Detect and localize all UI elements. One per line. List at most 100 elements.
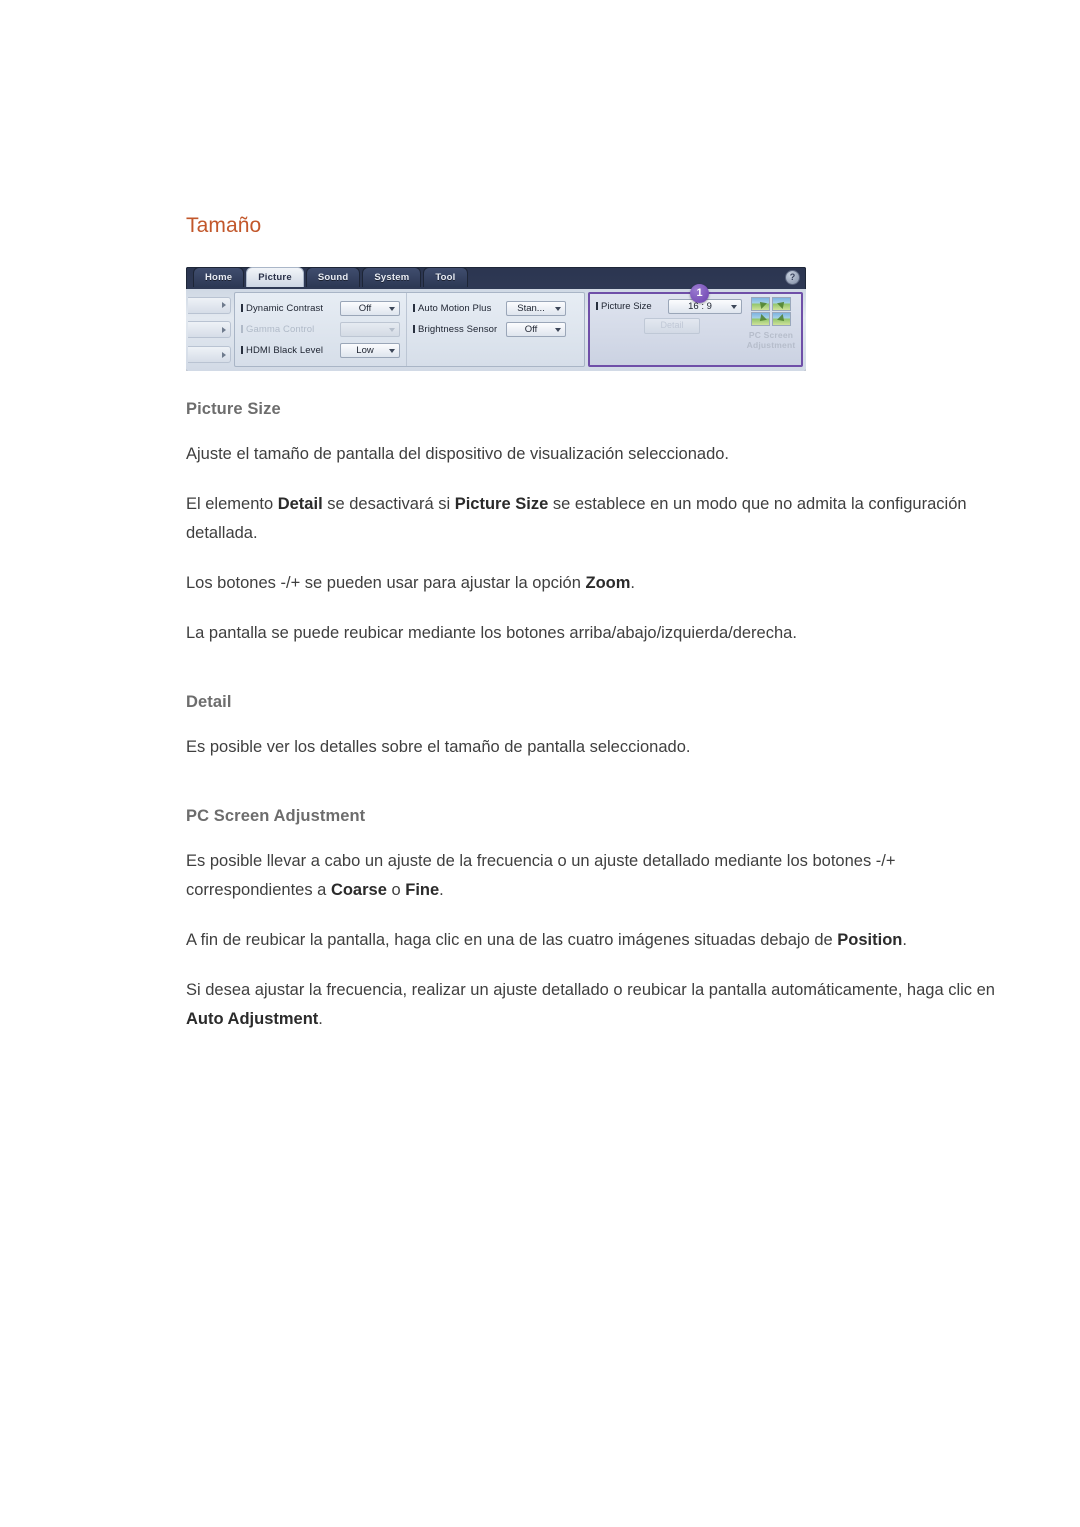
text-run: . <box>630 574 635 592</box>
setting-label: HDMI Black Level <box>241 345 340 356</box>
page-title: Tamaño <box>186 214 262 237</box>
bullet-bar-icon <box>413 304 415 312</box>
help-icon[interactable]: ? <box>785 270 800 285</box>
document-page: Tamaño Home Picture Sound System Tool ? <box>0 0 1080 1527</box>
setting-gamma-control: Gamma Control <box>241 319 400 340</box>
setting-label-text: HDMI Black Level <box>246 345 324 356</box>
chevron-right-icon <box>222 351 226 358</box>
combo-value: Low <box>356 345 374 356</box>
emphasis-term: Coarse <box>330 881 387 899</box>
detail-button-wrap: Detail <box>596 318 748 334</box>
tab-sound[interactable]: Sound <box>305 267 361 287</box>
setting-auto-motion-plus[interactable]: Auto Motion Plus Stan... <box>413 298 566 319</box>
chevron-down-icon <box>555 327 561 332</box>
osd-left-stub-column <box>186 289 234 371</box>
bullet-bar-icon <box>241 346 243 354</box>
hdmi-black-level-combo[interactable]: Low <box>340 343 400 358</box>
text-run: o <box>386 881 406 899</box>
setting-label: Dynamic Contrast <box>241 303 340 314</box>
text-run: . <box>318 1010 323 1028</box>
callout-badge-1: 1 <box>690 284 709 303</box>
brightness-sensor-combo[interactable]: Off <box>506 322 566 337</box>
paragraph: Los botones -/+ se pueden usar para ajus… <box>186 569 1006 598</box>
position-thumbnails <box>751 297 791 326</box>
paragraph: Es posible ver los detalles sobre el tam… <box>186 733 1006 762</box>
section-heading: Picture Size <box>186 400 281 418</box>
paragraph: Es posible llevar a cabo un ajuste de la… <box>186 847 1006 905</box>
osd-settings-column-2: Auto Motion Plus Stan... Brightness Sens… <box>407 293 572 366</box>
setting-label-text: Gamma Control <box>246 324 315 335</box>
chevron-down-icon <box>555 306 561 311</box>
tab-picture[interactable]: Picture <box>246 267 304 287</box>
chevron-right-icon <box>222 326 226 333</box>
dynamic-contrast-combo[interactable]: Off <box>340 301 400 316</box>
osd-menu-figure: Home Picture Sound System Tool ? Dynamic… <box>186 267 806 371</box>
text-run: . <box>902 931 907 949</box>
setting-dynamic-contrast[interactable]: Dynamic Contrast Off <box>241 298 400 319</box>
tab-home[interactable]: Home <box>193 267 245 287</box>
paragraph: El elemento Detail se desactivará si Pic… <box>186 490 1006 548</box>
osd-settings-column-1: Dynamic Contrast Off Gamma Control HDMI … <box>235 293 407 366</box>
emphasis-term: Picture Size <box>454 495 549 513</box>
text-run: Es posible llevar a cabo un ajuste de la… <box>186 852 896 899</box>
paragraph: Si desea ajustar la frecuencia, realizar… <box>186 976 1006 1034</box>
text-run: El elemento <box>186 495 278 513</box>
setting-label: Brightness Sensor <box>413 324 506 335</box>
setting-label: Auto Motion Plus <box>413 303 506 314</box>
combo-value: Stan... <box>517 303 545 314</box>
auto-motion-plus-combo[interactable]: Stan... <box>506 301 566 316</box>
position-thumbnail-top-right[interactable] <box>771 297 791 311</box>
tab-tool[interactable]: Tool <box>423 267 468 287</box>
stub-row[interactable] <box>188 321 231 339</box>
picture-size-highlight-region: 1 Picture Size 16 : 9 Detail PC Screen A… <box>588 284 803 367</box>
tab-system[interactable]: System <box>362 267 422 287</box>
chevron-down-icon <box>731 304 737 309</box>
text-run: Si desea ajustar la frecuencia, realizar… <box>186 981 995 999</box>
setting-label-text: Dynamic Contrast <box>246 303 324 314</box>
emphasis-term: Position <box>837 931 903 949</box>
section-heading: PC Screen Adjustment <box>186 807 366 825</box>
stub-row[interactable] <box>188 296 231 314</box>
chevron-down-icon <box>389 306 395 311</box>
emphasis-term: Auto Adjustment <box>186 1010 319 1028</box>
setting-label: Gamma Control <box>241 324 340 335</box>
bullet-bar-icon <box>241 304 243 312</box>
text-run: se desactivará si <box>322 495 455 513</box>
bullet-bar-icon <box>596 302 598 310</box>
text-run: A fin de reubicar la pantalla, haga clic… <box>186 931 838 949</box>
picture-size-label-text: Picture Size <box>601 301 652 312</box>
text-run: La pantalla se puede reubicar mediante l… <box>186 624 797 642</box>
osd-tab-strip: Home Picture Sound System Tool <box>186 267 806 289</box>
position-thumbnail-bottom-left[interactable] <box>751 312 770 326</box>
position-thumbnail-top-left[interactable] <box>751 297 770 311</box>
section-heading: Detail <box>186 693 232 711</box>
bullet-bar-icon <box>241 325 243 333</box>
picture-size-combo[interactable]: 16 : 9 <box>668 299 742 314</box>
combo-value: Off <box>524 324 538 335</box>
paragraph: A fin de reubicar la pantalla, haga clic… <box>186 926 1006 955</box>
position-thumbnail-bottom-right[interactable] <box>771 312 791 326</box>
chevron-down-icon <box>389 327 395 332</box>
text-run: . <box>439 881 444 899</box>
emphasis-term: Fine <box>405 881 440 899</box>
chevron-right-icon <box>222 302 226 309</box>
setting-hdmi-black-level[interactable]: HDMI Black Level Low <box>241 340 400 361</box>
sections-container: Picture Size Ajuste el tamaño de pantalla… <box>186 400 1006 1034</box>
text-run: Es posible ver los detalles sobre el tam… <box>186 738 691 756</box>
paragraph: La pantalla se puede reubicar mediante l… <box>186 619 1006 648</box>
setting-label-text: Brightness Sensor <box>418 324 498 335</box>
text-run: Los botones -/+ se pueden usar para ajus… <box>186 574 586 592</box>
picture-size-label: Picture Size <box>596 301 668 312</box>
pc-screen-label-line2: Adjustment <box>746 340 796 350</box>
setting-brightness-sensor[interactable]: Brightness Sensor Off <box>413 319 566 340</box>
text-run: Ajuste el tamaño de pantalla del disposi… <box>186 445 730 463</box>
paragraph: Ajuste el tamaño de pantalla del disposi… <box>186 440 1006 469</box>
osd-settings-group: Dynamic Contrast Off Gamma Control HDMI … <box>234 292 585 367</box>
osd-body: Dynamic Contrast Off Gamma Control HDMI … <box>186 284 806 371</box>
stub-row[interactable] <box>188 346 231 364</box>
pc-screen-adjustment-label: PC Screen Adjustment <box>745 330 797 350</box>
pc-screen-adjustment-block: PC Screen Adjustment <box>745 297 797 350</box>
bullet-bar-icon <box>413 325 415 333</box>
